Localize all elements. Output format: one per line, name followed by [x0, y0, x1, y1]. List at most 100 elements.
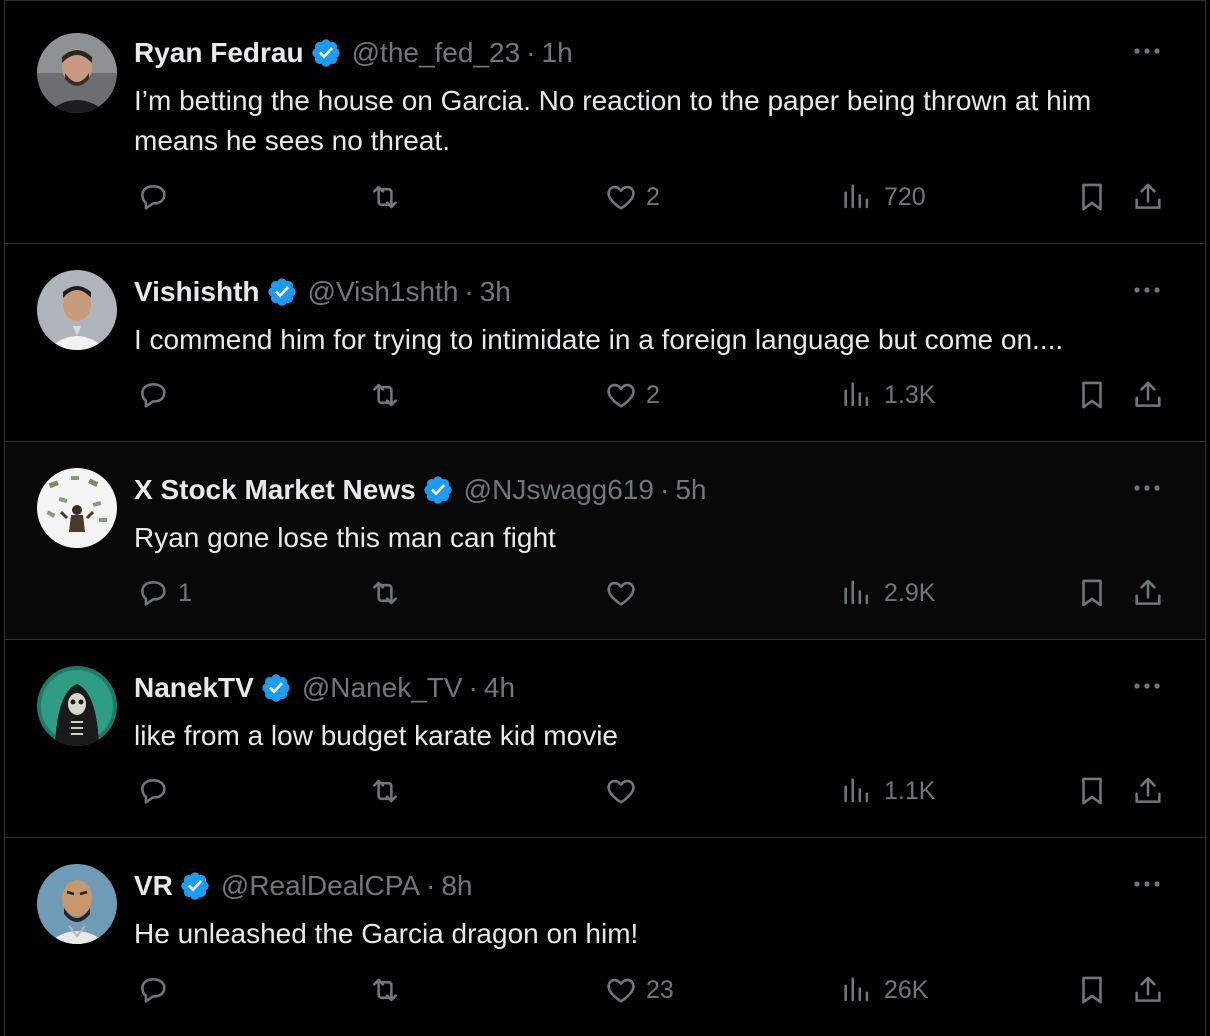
timestamp[interactable]: 4h: [484, 672, 515, 704]
author-handle[interactable]: @Vish1shth: [308, 276, 459, 308]
separator: ·: [526, 37, 536, 68]
tweet-header: Vishishth @Vish1shth · 3h: [134, 274, 511, 310]
views-button[interactable]: 720: [840, 177, 926, 217]
share-icon: [1131, 973, 1165, 1007]
view-count: 1.1K: [884, 776, 936, 805]
bookmark-icon: [1075, 576, 1109, 610]
author-name[interactable]: X Stock Market News: [134, 474, 416, 506]
reply-button[interactable]: 1: [136, 573, 192, 613]
retweet-button[interactable]: [368, 573, 410, 613]
action-bar: 1 2.9K: [134, 573, 1165, 613]
author-name[interactable]: VR: [134, 870, 173, 902]
tweet-header: VR @RealDealCPA · 8h: [134, 868, 472, 904]
reply-button[interactable]: [136, 771, 178, 811]
action-bar: 2 720: [134, 177, 1165, 217]
like-button[interactable]: 2: [604, 177, 660, 217]
tweet-text: I’m betting the house on Garcia. No reac…: [134, 85, 1092, 156]
tweet-header: X Stock Market News @NJswagg619 · 5h: [134, 472, 706, 508]
timestamp[interactable]: 5h: [675, 474, 706, 506]
retweet-button[interactable]: [368, 177, 410, 217]
share-button[interactable]: [1131, 771, 1165, 811]
tweet[interactable]: NanekTV @Nanek_TV · 4h like from a low b…: [5, 640, 1205, 838]
reply-button[interactable]: [136, 375, 178, 415]
heart-icon: [604, 973, 638, 1007]
retweet-icon: [368, 973, 402, 1007]
more-options-icon[interactable]: [1131, 41, 1163, 61]
avatar[interactable]: [37, 864, 117, 944]
bookmark-button[interactable]: [1075, 970, 1109, 1010]
like-count: 2: [646, 380, 660, 409]
timestamp[interactable]: 3h: [480, 276, 511, 308]
tweet[interactable]: Ryan Fedrau @the_fed_23 · 1h I’m betting…: [5, 0, 1205, 244]
bookmark-button[interactable]: [1075, 177, 1109, 217]
tweet[interactable]: VR @RealDealCPA · 8h He unleashed the Ga…: [5, 838, 1205, 1036]
author-handle[interactable]: @NJswagg619: [464, 474, 654, 506]
retweet-button[interactable]: [368, 771, 410, 811]
views-icon: [840, 973, 874, 1007]
tweet[interactable]: X Stock Market News @NJswagg619 · 5h Rya…: [5, 442, 1205, 640]
reply-button[interactable]: [136, 177, 178, 217]
retweet-button[interactable]: [368, 375, 410, 415]
heart-icon: [604, 576, 638, 610]
bookmark-icon: [1075, 973, 1109, 1007]
like-button[interactable]: 2: [604, 375, 660, 415]
retweet-icon: [368, 378, 402, 412]
reply-button[interactable]: [136, 970, 178, 1010]
like-button[interactable]: 23: [604, 970, 674, 1010]
share-button[interactable]: [1131, 970, 1165, 1010]
heart-icon: [604, 378, 638, 412]
share-button[interactable]: [1131, 375, 1165, 415]
share-icon: [1131, 576, 1165, 610]
author-handle[interactable]: @RealDealCPA: [221, 870, 420, 902]
separator: ·: [426, 870, 436, 901]
author-name[interactable]: Ryan Fedrau: [134, 37, 304, 69]
avatar[interactable]: [37, 468, 117, 548]
views-button[interactable]: 1.1K: [840, 771, 935, 811]
timestamp[interactable]: 1h: [542, 37, 573, 69]
bookmark-icon: [1075, 378, 1109, 412]
more-options-icon[interactable]: [1131, 676, 1163, 696]
like-count: 23: [646, 975, 674, 1004]
more-options-icon[interactable]: [1131, 280, 1163, 300]
author-name[interactable]: Vishishth: [134, 276, 260, 308]
tweet-text: He unleashed the Garcia dragon on him!: [134, 918, 639, 949]
retweet-button[interactable]: [368, 970, 410, 1010]
retweet-icon: [368, 774, 402, 808]
views-icon: [840, 576, 874, 610]
timestamp[interactable]: 8h: [441, 870, 472, 902]
author-handle[interactable]: @Nanek_TV: [302, 672, 463, 704]
tweet-header: Ryan Fedrau @the_fed_23 · 1h: [134, 35, 573, 71]
retweet-icon: [368, 180, 402, 214]
share-button[interactable]: [1131, 177, 1165, 217]
avatar[interactable]: [37, 270, 117, 350]
heart-icon: [604, 774, 638, 808]
like-button[interactable]: [604, 573, 646, 613]
avatar[interactable]: [37, 666, 117, 746]
views-button[interactable]: 1.3K: [840, 375, 935, 415]
verified-badge-icon: [179, 870, 211, 902]
more-options-icon[interactable]: [1131, 478, 1163, 498]
heart-icon: [604, 180, 638, 214]
author-name[interactable]: NanekTV: [134, 672, 254, 704]
verified-badge-icon: [422, 474, 454, 506]
more-options-icon[interactable]: [1131, 874, 1163, 894]
share-button[interactable]: [1131, 573, 1165, 613]
author-handle[interactable]: @the_fed_23: [352, 37, 521, 69]
view-count: 2.9K: [884, 578, 936, 607]
bookmark-button[interactable]: [1075, 375, 1109, 415]
action-bar: 2 1.3K: [134, 375, 1165, 415]
reply-icon: [136, 774, 170, 808]
views-icon: [840, 378, 874, 412]
separator: ·: [659, 474, 670, 505]
avatar[interactable]: [37, 33, 117, 113]
bookmark-button[interactable]: [1075, 573, 1109, 613]
tweet[interactable]: Vishishth @Vish1shth · 3h I commend him …: [5, 244, 1205, 442]
views-button[interactable]: 26K: [840, 970, 928, 1010]
bookmark-button[interactable]: [1075, 771, 1109, 811]
bookmark-icon: [1075, 774, 1109, 808]
like-button[interactable]: [604, 771, 646, 811]
separator: ·: [464, 276, 474, 307]
retweet-icon: [368, 576, 402, 610]
share-icon: [1131, 774, 1165, 808]
views-button[interactable]: 2.9K: [840, 573, 935, 613]
